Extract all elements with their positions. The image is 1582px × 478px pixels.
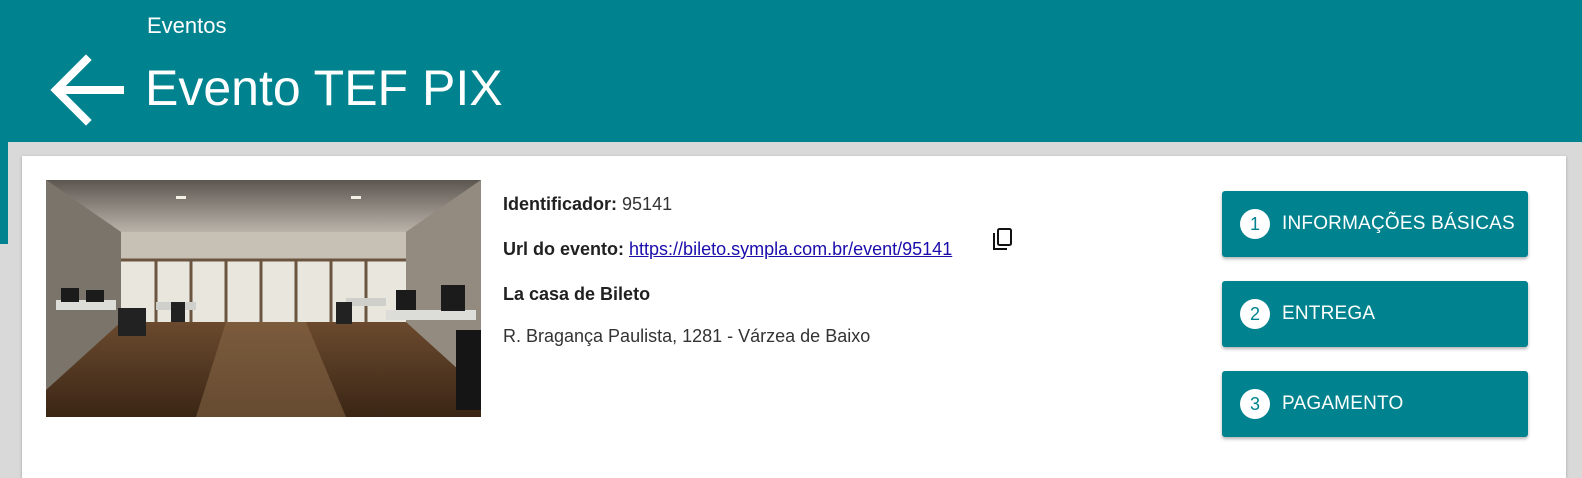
copy-icon[interactable] xyxy=(990,227,1016,253)
step-number: 1 xyxy=(1240,209,1270,239)
identifier-label: Identificador: xyxy=(503,194,618,214)
step-label: INFORMAÇÕES BÁSICAS xyxy=(1282,213,1515,234)
identifier-row: Identificador: 95141 xyxy=(503,192,672,216)
event-image xyxy=(46,180,481,417)
event-card: Identificador: 95141 Url do evento: http… xyxy=(22,156,1566,478)
step-number: 2 xyxy=(1240,299,1270,329)
app-header: Eventos Evento TEF PIX xyxy=(0,0,1582,142)
venue-name: La casa de Bileto xyxy=(503,284,651,304)
url-row: Url do evento: https://bileto.sympla.com… xyxy=(503,228,1012,261)
step-basic-info-button[interactable]: 1 INFORMAÇÕES BÁSICAS xyxy=(1222,191,1528,257)
page-title: Evento TEF PIX xyxy=(145,60,503,116)
step-delivery-button[interactable]: 2 ENTREGA xyxy=(1222,281,1528,347)
header-side-strip xyxy=(0,142,8,244)
office-interior-photo xyxy=(46,180,481,417)
event-url-link[interactable]: https://bileto.sympla.com.br/event/95141 xyxy=(629,239,952,259)
identifier-value: 95141 xyxy=(622,194,673,214)
venue-address: R. Bragança Paulista, 1281 - Várzea de B… xyxy=(503,326,871,346)
step-number: 3 xyxy=(1240,389,1270,419)
back-button[interactable] xyxy=(48,52,124,128)
step-label: ENTREGA xyxy=(1282,303,1376,324)
url-label: Url do evento: xyxy=(503,239,625,259)
breadcrumb[interactable]: Eventos xyxy=(147,12,227,40)
arrow-left-icon xyxy=(50,54,124,126)
step-payment-button[interactable]: 3 PAGAMENTO xyxy=(1222,371,1528,437)
step-label: PAGAMENTO xyxy=(1282,393,1404,414)
